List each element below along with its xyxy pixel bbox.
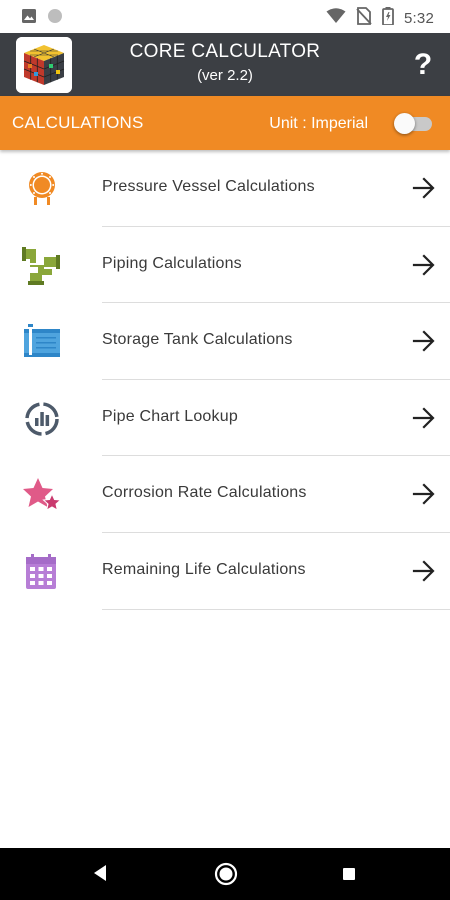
status-time: 5:32 <box>404 10 434 27</box>
storage-tank-icon <box>22 323 62 361</box>
list-item-label: Piping Calculations <box>102 254 242 272</box>
app-title-block: CORE CALCULATOR (ver 2.2) <box>80 41 370 87</box>
home-icon[interactable] <box>214 862 238 891</box>
calculations-header-bar: CALCULATIONS Unit : Imperial <box>0 96 450 150</box>
sync-circle-icon <box>47 8 63 29</box>
arrow-right-icon[interactable] <box>412 329 436 353</box>
list-item-label: Pipe Chart Lookup <box>102 407 238 425</box>
list-item-label: Remaining Life Calculations <box>102 560 306 578</box>
toggle-thumb <box>394 113 415 134</box>
arrow-right-icon[interactable] <box>412 253 436 277</box>
no-sim-icon <box>356 7 372 30</box>
unit-toggle-switch[interactable] <box>394 113 434 134</box>
list-item-piping[interactable]: Piping Calculations <box>0 227 450 304</box>
calendar-icon <box>22 553 62 591</box>
list-item-label: Storage Tank Calculations <box>102 331 293 349</box>
list-item-remaining-life[interactable]: Remaining Life Calculations <box>0 533 450 610</box>
back-icon[interactable] <box>92 864 108 887</box>
status-bar-right: 5:32 <box>326 7 434 30</box>
status-bar-left <box>21 8 63 29</box>
piping-icon <box>22 246 62 285</box>
list-item-pressure-vessel[interactable]: Pressure Vessel Calculations <box>0 150 450 227</box>
corrosion-stars-icon <box>22 476 62 514</box>
system-navigation-bar <box>0 848 450 900</box>
app-title: CORE CALCULATOR <box>129 41 321 62</box>
unit-label: Unit : Imperial <box>269 115 368 132</box>
rubiks-cube-logo-icon <box>16 37 72 93</box>
arrow-right-icon[interactable] <box>412 406 436 430</box>
app-version: (ver 2.2) <box>197 67 253 84</box>
arrow-right-icon[interactable] <box>412 482 436 506</box>
app-screen: 5:32 CORE CALCULATOR (ver 2.2) ? CALCULA… <box>0 0 450 900</box>
image-icon <box>21 8 37 29</box>
app-bar: CORE CALCULATOR (ver 2.2) ? <box>0 33 450 96</box>
list-item-storage-tank[interactable]: Storage Tank Calculations <box>0 303 450 380</box>
list-item-pipe-chart[interactable]: Pipe Chart Lookup <box>0 380 450 457</box>
recents-icon[interactable] <box>343 868 355 880</box>
status-bar: 5:32 <box>0 0 450 33</box>
pressure-vessel-icon <box>22 170 62 208</box>
arrow-right-icon[interactable] <box>412 559 436 583</box>
pipe-chart-icon <box>22 400 62 438</box>
help-button[interactable]: ? <box>408 45 438 85</box>
calculations-list: Pressure Vessel Calculations Piping Calc… <box>0 150 450 610</box>
list-item-corrosion-rate[interactable]: Corrosion Rate Calculations <box>0 456 450 533</box>
list-item-label: Pressure Vessel Calculations <box>102 178 315 195</box>
battery-icon <box>382 7 394 30</box>
arrow-right-icon[interactable] <box>412 176 436 200</box>
divider <box>102 608 450 610</box>
wifi-icon <box>326 8 346 29</box>
section-title: CALCULATIONS <box>12 113 144 132</box>
list-item-label: Corrosion Rate Calculations <box>102 484 307 502</box>
